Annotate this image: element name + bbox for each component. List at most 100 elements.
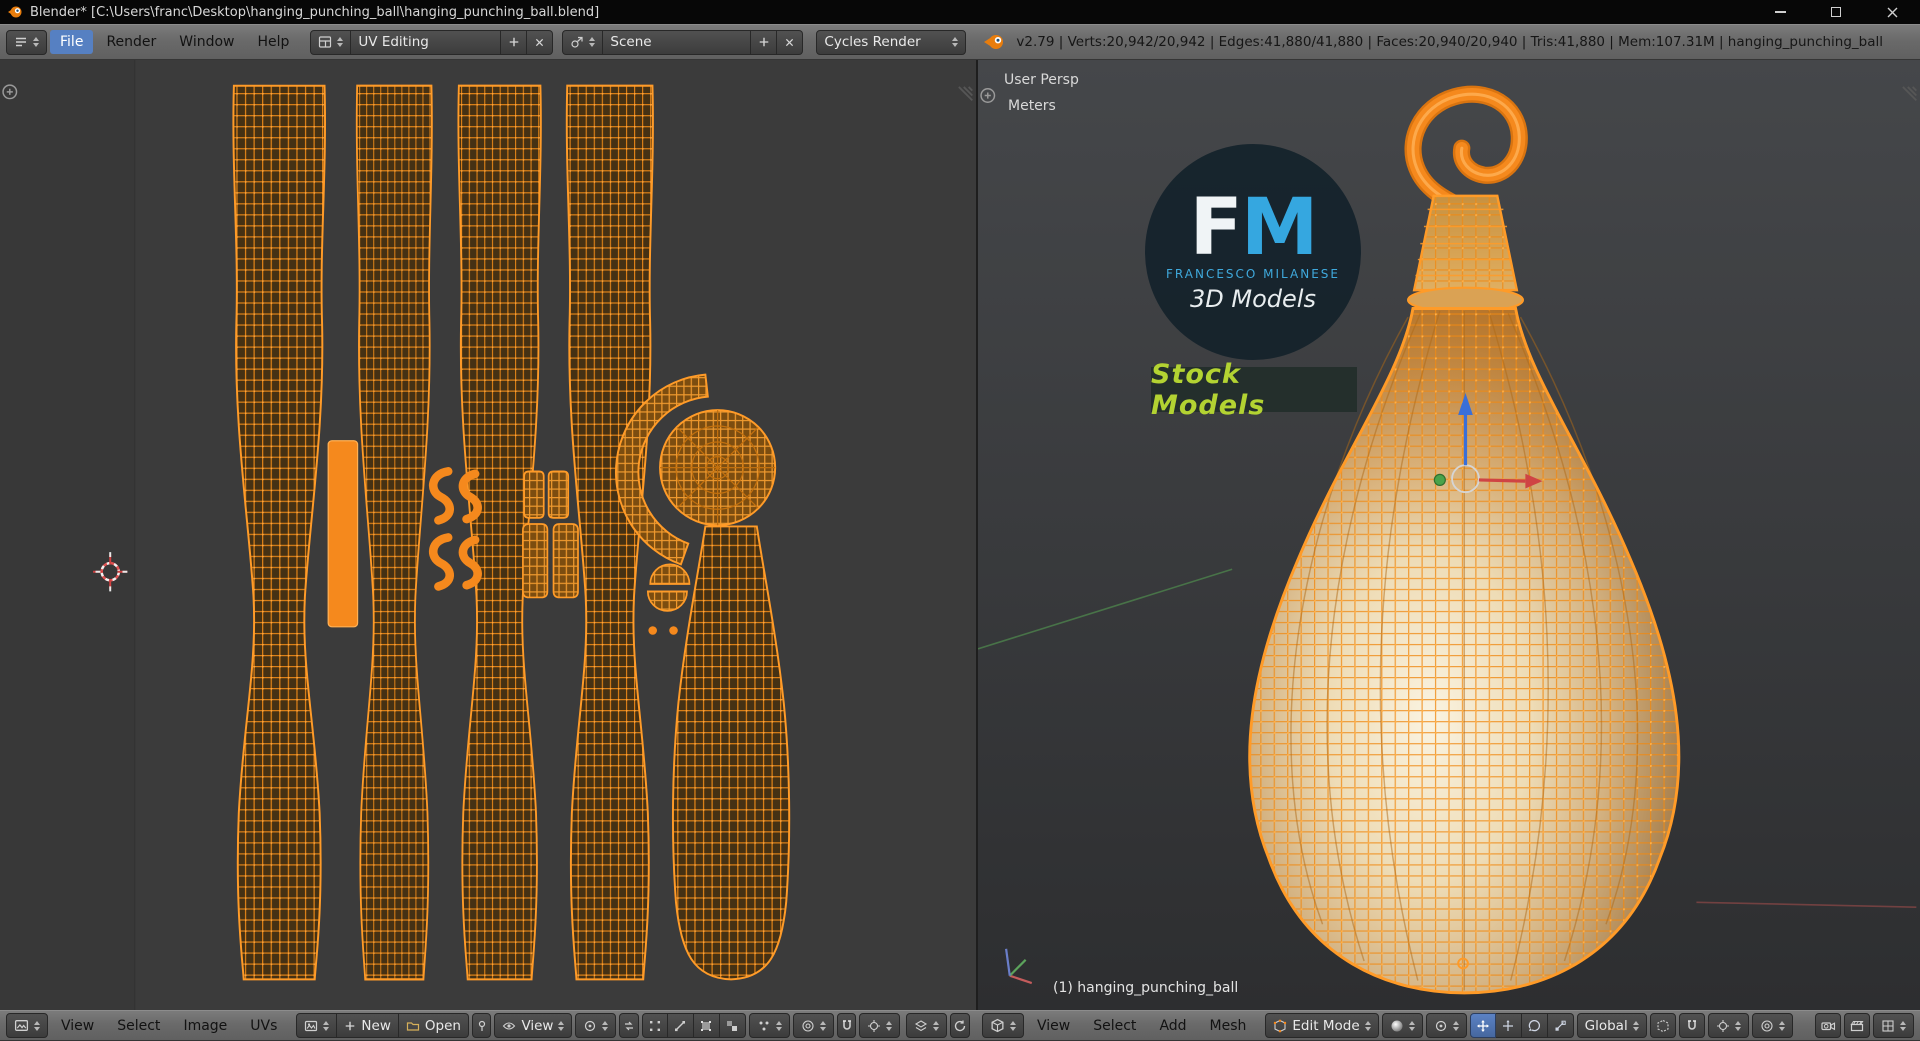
uv-island-strips[interactable] [232, 84, 654, 981]
uv-island-fans[interactable] [646, 563, 691, 612]
uv-pivot-dropdown[interactable] [575, 1013, 617, 1038]
uv-menu-view[interactable]: View [51, 1014, 104, 1038]
screen-layout-browse-button[interactable] [310, 29, 352, 55]
snap-target-dropdown[interactable] [1707, 1013, 1749, 1038]
ball-neck[interactable] [1406, 194, 1525, 314]
scene-browse-button[interactable] [562, 29, 604, 55]
scene-name-field[interactable]: Scene [603, 29, 752, 55]
uv-snap-toggle[interactable] [836, 1013, 857, 1038]
blender-logo-icon [983, 33, 1005, 51]
uv-snap-target-dropdown[interactable] [859, 1013, 901, 1038]
manipulator-y-handle[interactable] [1433, 473, 1446, 487]
watermark-brand-sub: 3D Models [1190, 285, 1316, 314]
view-name-label: User Persp [1004, 72, 1079, 88]
render-engine-dropdown[interactable]: Cycles Render [816, 29, 967, 55]
screen-layout-name-field[interactable]: UV Editing [351, 29, 502, 55]
info-header: File Render Window Help UV Editing Scene [0, 24, 1920, 60]
manipulator-cross-icon [1476, 1019, 1489, 1032]
uv-menu-select[interactable]: Select [107, 1014, 170, 1038]
snap-toggle[interactable] [1678, 1013, 1705, 1038]
edge-mode-icon [675, 1020, 686, 1031]
menu-window[interactable]: Window [169, 30, 244, 54]
uv-island-dot-2[interactable] [669, 626, 678, 635]
screen-layout-stepper [337, 37, 344, 47]
limit-visible-toggle[interactable] [1649, 1013, 1676, 1038]
opengl-render-anim-button[interactable] [1844, 1013, 1870, 1038]
screen-layout-delete-button[interactable] [527, 29, 554, 55]
proportional-icon [1761, 1019, 1773, 1032]
plus-icon [509, 37, 519, 47]
select-edge-button[interactable] [667, 1013, 694, 1038]
view3d-menu-select[interactable]: Select [1083, 1014, 1146, 1038]
corner-grip-icon[interactable] [1902, 86, 1917, 102]
uv-island-disc[interactable] [659, 409, 777, 527]
camera-icon [1820, 1021, 1835, 1030]
uv-menu-uvs[interactable]: UVs [240, 1014, 287, 1038]
uv-sync-toggle[interactable] [619, 1013, 639, 1038]
manipulator-translate-button[interactable] [1495, 1013, 1522, 1038]
x-icon [786, 38, 794, 46]
interaction-mode-value: Edit Mode [1292, 1017, 1360, 1034]
uv-editor-header: View Select Image UVs New Open View [0, 1010, 976, 1041]
corner-grip-icon[interactable] [958, 86, 973, 102]
view3d-menu-mesh[interactable]: Mesh [1200, 1014, 1257, 1038]
viewport-shading-dropdown[interactable] [1381, 1013, 1423, 1038]
menu-render[interactable]: Render [96, 30, 166, 54]
units-label: Meters [1008, 98, 1056, 114]
view3d-editor-type-stepper [1010, 1020, 1016, 1031]
ball-hook[interactable] [1404, 85, 1528, 218]
header-options-dropdown[interactable] [1873, 1013, 1914, 1038]
x-icon [536, 38, 544, 46]
close-button[interactable] [1864, 0, 1920, 24]
minimize-button[interactable] [1752, 0, 1808, 24]
uv-menu-image[interactable]: Image [173, 1014, 237, 1038]
uv-island-caps[interactable] [522, 470, 579, 599]
scene-add-button[interactable] [751, 29, 778, 55]
screen-layout-add-button[interactable] [501, 29, 528, 55]
select-face-button[interactable] [693, 1013, 720, 1038]
sticky-icon [759, 1021, 769, 1030]
plus-icon [759, 37, 769, 47]
picture-icon [305, 1020, 318, 1031]
orientation-dropdown[interactable]: Global [1576, 1013, 1647, 1038]
view3d-menu-add[interactable]: Add [1149, 1014, 1196, 1038]
editor-type-button-info[interactable] [6, 29, 47, 55]
uv-select-mode-group [641, 1013, 746, 1038]
proportional-edit-dropdown[interactable] [1751, 1013, 1793, 1038]
uv-mode-value: View [521, 1017, 554, 1034]
menu-file[interactable]: File [50, 30, 94, 54]
pin-image-button[interactable] [471, 1013, 492, 1038]
view3d-editor-type-button[interactable] [982, 1013, 1024, 1038]
maximize-button[interactable] [1808, 0, 1864, 24]
interaction-mode-dropdown[interactable]: Edit Mode [1265, 1013, 1379, 1038]
uv-island-bottle[interactable] [671, 525, 791, 981]
uv-island-bar[interactable] [327, 440, 359, 628]
uv-proportional-dropdown[interactable] [792, 1013, 834, 1038]
new-image-button[interactable]: New [337, 1013, 399, 1038]
manipulator-toggle-button[interactable] [1469, 1013, 1496, 1038]
open-image-button[interactable]: Open [398, 1013, 469, 1038]
select-vertex-button[interactable] [641, 1013, 668, 1038]
uv-editor-pane [0, 60, 976, 1010]
eye-icon [503, 1021, 516, 1030]
manipulator-rotate-button[interactable] [1521, 1013, 1548, 1038]
refresh-icon [955, 1020, 966, 1031]
opengl-render-button[interactable] [1815, 1013, 1841, 1038]
select-island-button[interactable] [719, 1013, 746, 1038]
scene-delete-button[interactable] [777, 29, 804, 55]
uv-mode-dropdown[interactable]: View [494, 1013, 573, 1038]
uv-mode-stepper [558, 1020, 565, 1031]
display-channels-dropdown[interactable] [906, 1013, 948, 1038]
manipulator-scale-button[interactable] [1547, 1013, 1574, 1038]
uv-editor-type-button[interactable] [6, 1013, 48, 1038]
uv-island-dot-1[interactable] [648, 626, 657, 635]
auto-refresh-toggle[interactable] [950, 1013, 970, 1038]
image-browse-button[interactable] [296, 1013, 338, 1038]
menu-help[interactable]: Help [247, 30, 299, 54]
island-mode-icon [727, 1020, 738, 1031]
window-title: Blender* [C:\Users\franc\Desktop\hanging… [30, 4, 600, 20]
sticky-select-dropdown[interactable] [748, 1013, 790, 1038]
pivot-center-dropdown[interactable] [1425, 1013, 1467, 1038]
view3d-menu-view[interactable]: View [1027, 1014, 1080, 1038]
region-expand-icon[interactable] [980, 88, 996, 103]
